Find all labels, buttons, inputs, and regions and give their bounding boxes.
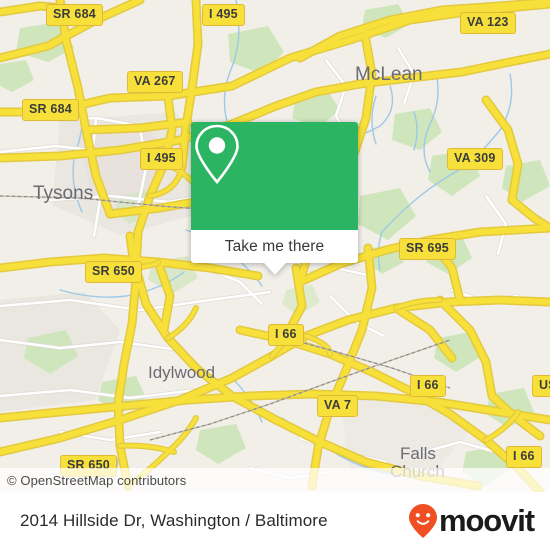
destination-callout-card[interactable]: Take me there — [191, 122, 358, 275]
road-shield-i-66-southeast[interactable]: I 66 — [506, 446, 542, 468]
take-me-there-button[interactable]: Take me there — [191, 230, 358, 263]
road-shield-i-495-mid[interactable]: I 495 — [140, 148, 183, 170]
place-label-falls: Falls — [400, 444, 436, 463]
road-shield-sr-684-north[interactable]: SR 684 — [46, 4, 103, 26]
road-shield-i-66-center[interactable]: I 66 — [268, 324, 304, 346]
map-canvas[interactable]: .rd-case{fill:none;stroke:#e3c93e;stroke… — [0, 0, 550, 492]
road-shield-sr-695[interactable]: SR 695 — [399, 238, 456, 260]
road-shield-va-123[interactable]: VA 123 — [460, 12, 516, 34]
moovit-wordmark: moovit — [438, 503, 535, 538]
take-me-there-label: Take me there — [224, 237, 325, 255]
location-pin-icon — [195, 124, 239, 185]
road-shield-i-66-east[interactable]: I 66 — [410, 375, 446, 397]
callout-pin-area — [191, 122, 358, 230]
osm-attribution-text: © OpenStreetMap contributors — [7, 472, 187, 488]
place-label-idylwood: Idylwood — [148, 363, 216, 382]
road-shield-va-7[interactable]: VA 7 — [317, 395, 359, 417]
footer-bar: 2014 Hillside Dr, Washington / Baltimore… — [0, 492, 550, 550]
road-shield-va-309[interactable]: VA 309 — [447, 148, 503, 170]
moovit-logo[interactable]: moovit — [408, 503, 550, 539]
road-shield-us-route-clipped[interactable]: US 2 — [532, 375, 550, 397]
road-shield-va-267[interactable]: VA 267 — [127, 71, 183, 93]
moovit-smiley-pin-icon — [408, 504, 437, 538]
map-attribution-bar: © OpenStreetMap contributors — [0, 468, 550, 492]
road-shield-sr-684-west[interactable]: SR 684 — [22, 99, 79, 121]
address-label: 2014 Hillside Dr, Washington / Baltimore — [20, 511, 328, 530]
moovit-map-screenshot: .rd-case{fill:none;stroke:#e3c93e;stroke… — [0, 0, 550, 550]
place-label-mclean: McLean — [355, 64, 423, 85]
callout-tail — [263, 263, 286, 275]
place-label-tysons: Tysons — [33, 183, 94, 204]
road-shield-i-495-north[interactable]: I 495 — [202, 4, 245, 26]
road-shield-sr-650-north[interactable]: SR 650 — [85, 261, 142, 283]
